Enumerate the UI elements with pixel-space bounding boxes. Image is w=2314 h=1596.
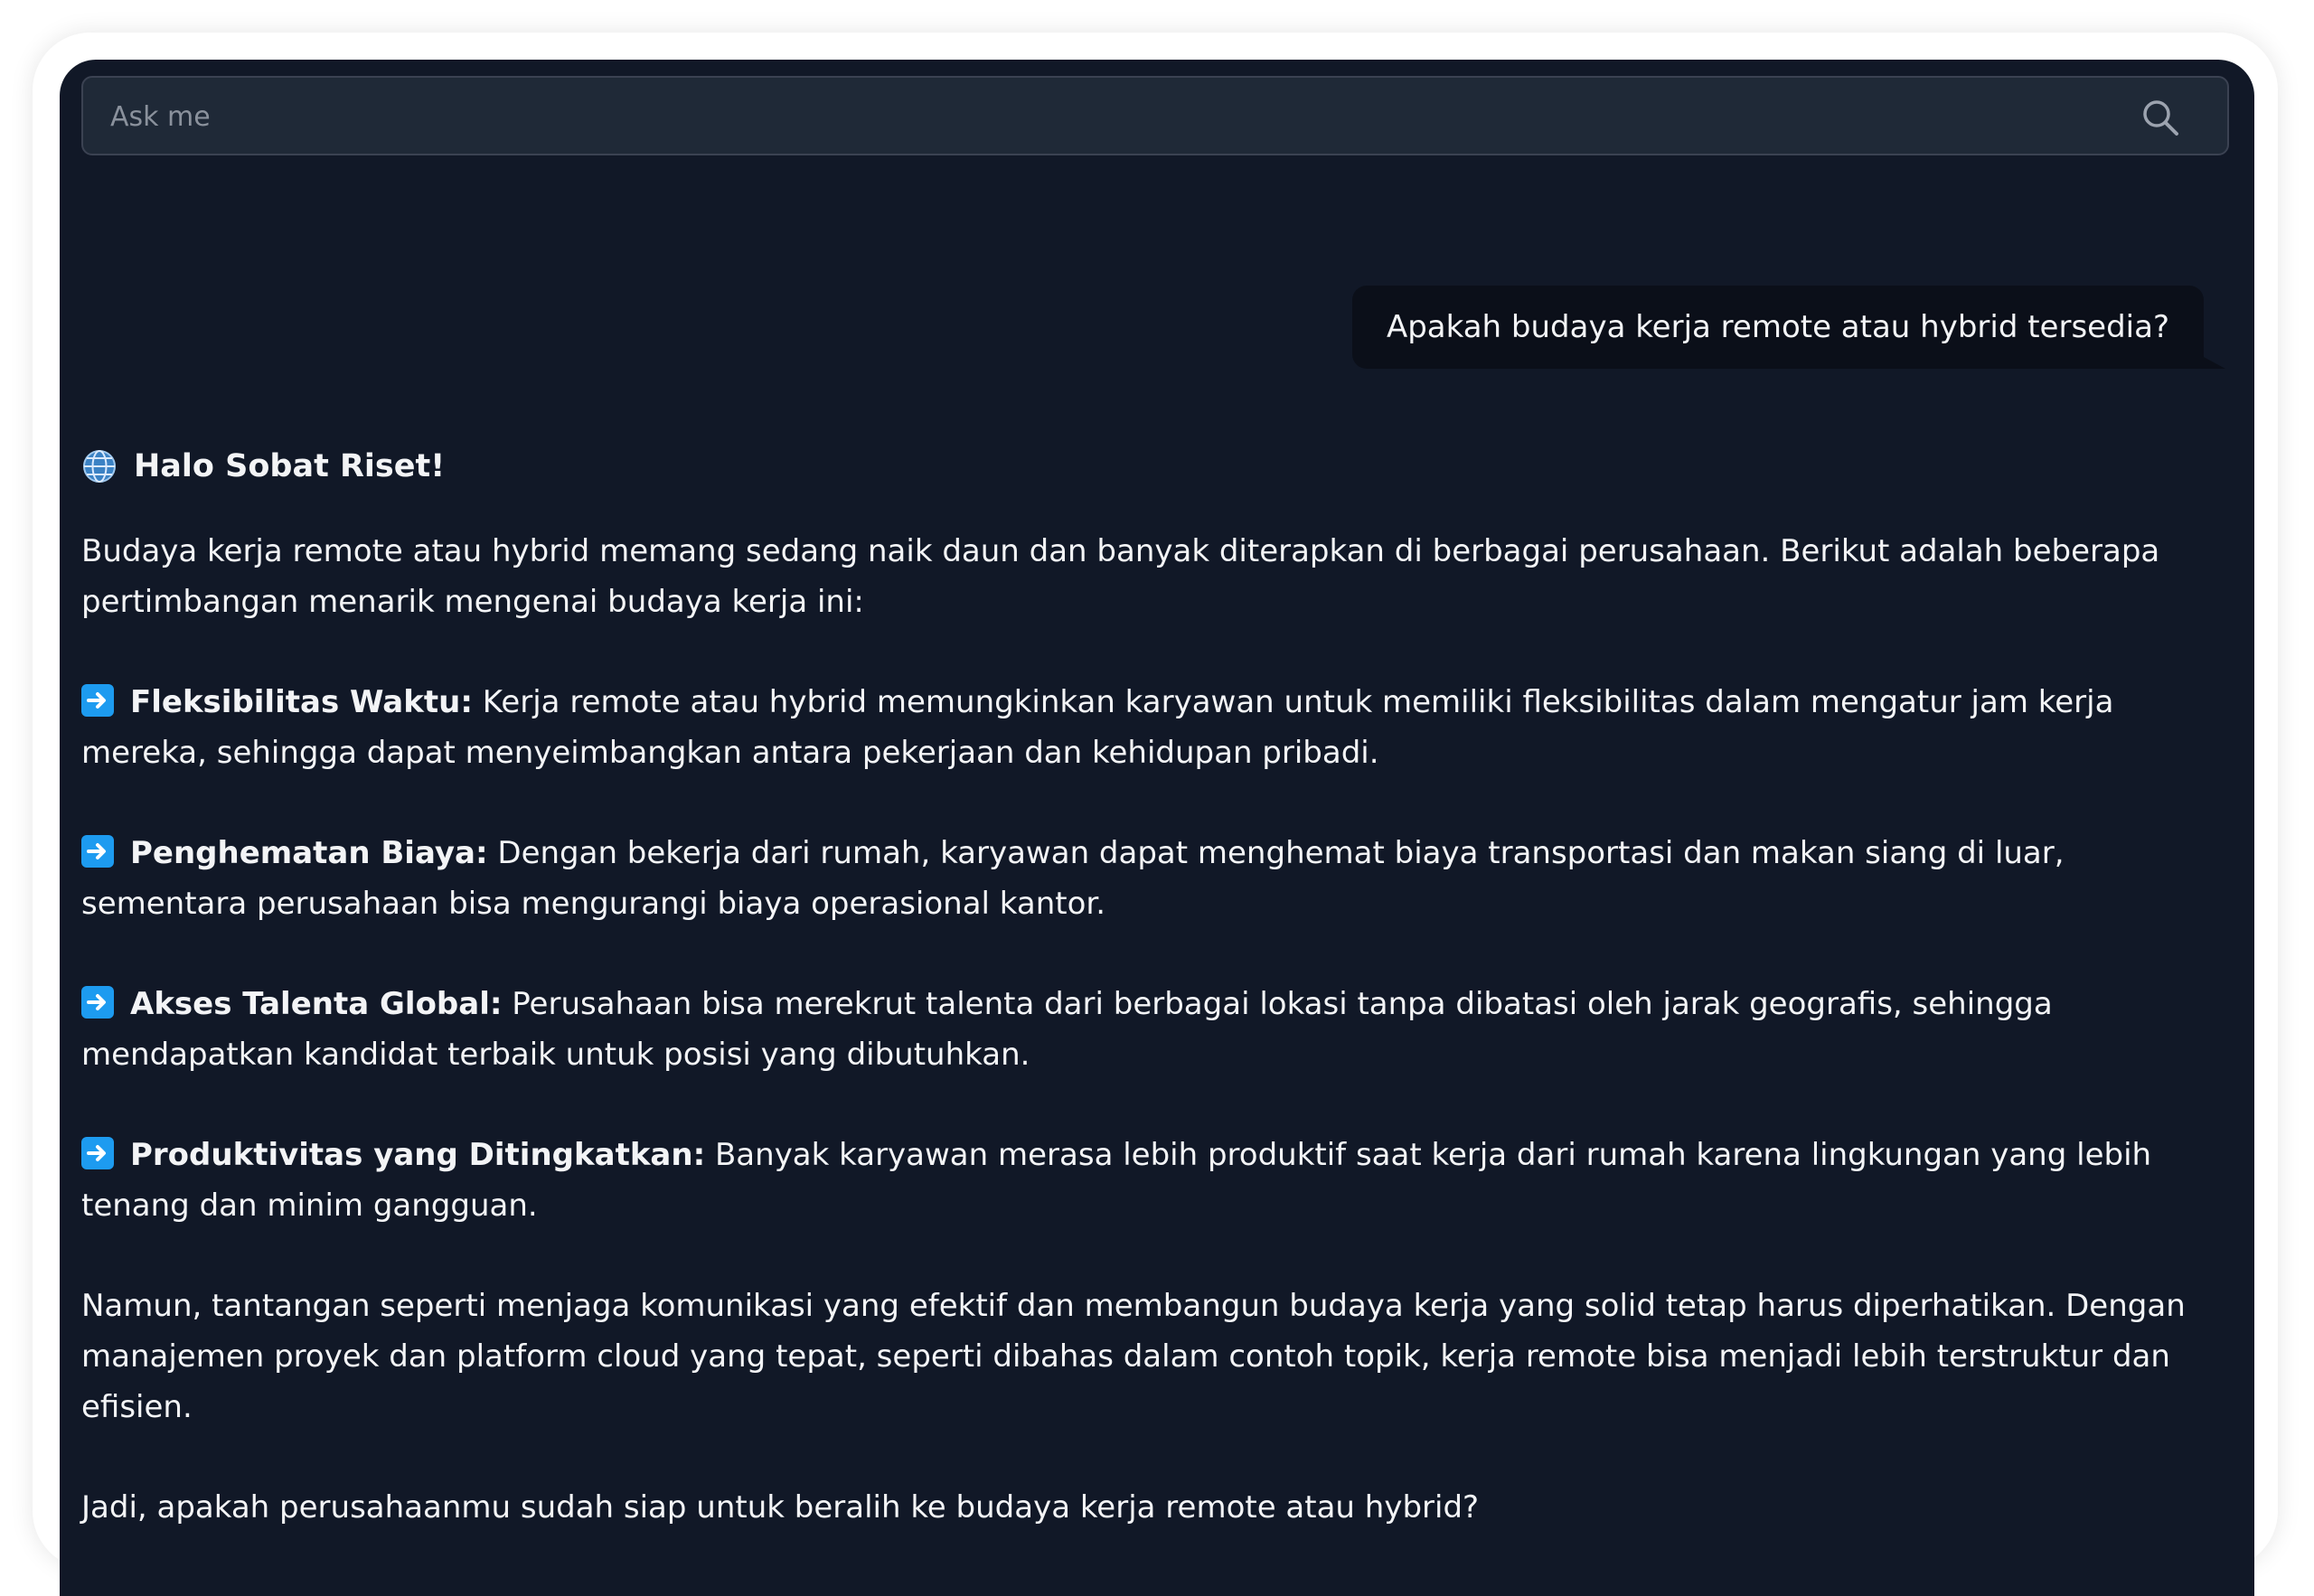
point-title: Akses Talenta Global: xyxy=(130,986,503,1022)
reply-greeting: Halo Sobat Riset! xyxy=(81,425,2233,508)
search-bar xyxy=(81,76,2229,155)
arrow-right-icon xyxy=(81,986,114,1019)
reply-point: Fleksibilitas Waktu: Kerja remote atau h… xyxy=(81,677,2233,778)
arrow-right-icon xyxy=(81,835,114,868)
point-title: Penghematan Biaya: xyxy=(130,835,488,871)
reply-question: Jadi, apakah perusahaanmu sudah siap unt… xyxy=(81,1489,1480,1526)
reply-closing: Namun, tantangan seperti menjaga komunik… xyxy=(81,1288,2186,1425)
reply-intro: Budaya kerja remote atau hybrid memang s… xyxy=(81,533,2160,620)
arrow-right-icon xyxy=(81,1137,114,1169)
reply-point: Penghematan Biaya: Dengan bekerja dari r… xyxy=(81,828,2233,929)
bubble-tail xyxy=(2202,356,2225,369)
point-title: Produktivitas yang Ditingkatkan: xyxy=(130,1137,706,1173)
reply-point: Akses Talenta Global: Perusahaan bisa me… xyxy=(81,979,2233,1080)
search-icon[interactable] xyxy=(2140,98,2180,137)
user-message-bubble: Apakah budaya kerja remote atau hybrid t… xyxy=(1351,286,2225,369)
point-title: Fleksibilitas Waktu: xyxy=(130,684,473,720)
search-input[interactable] xyxy=(108,78,2101,155)
globe-icon xyxy=(83,450,116,483)
arrow-right-icon xyxy=(81,684,114,717)
chat-panel: Apakah budaya kerja remote atau hybrid t… xyxy=(60,60,2254,1596)
user-message-text: Apakah budaya kerja remote atau hybrid t… xyxy=(1386,309,2169,345)
greeting-text: Halo Sobat Riset! xyxy=(134,448,446,484)
reply-point: Produktivitas yang Ditingkatkan: Banyak … xyxy=(81,1130,2233,1231)
assistant-reply: Halo Sobat Riset! Budaya kerja remote at… xyxy=(81,425,2233,1533)
